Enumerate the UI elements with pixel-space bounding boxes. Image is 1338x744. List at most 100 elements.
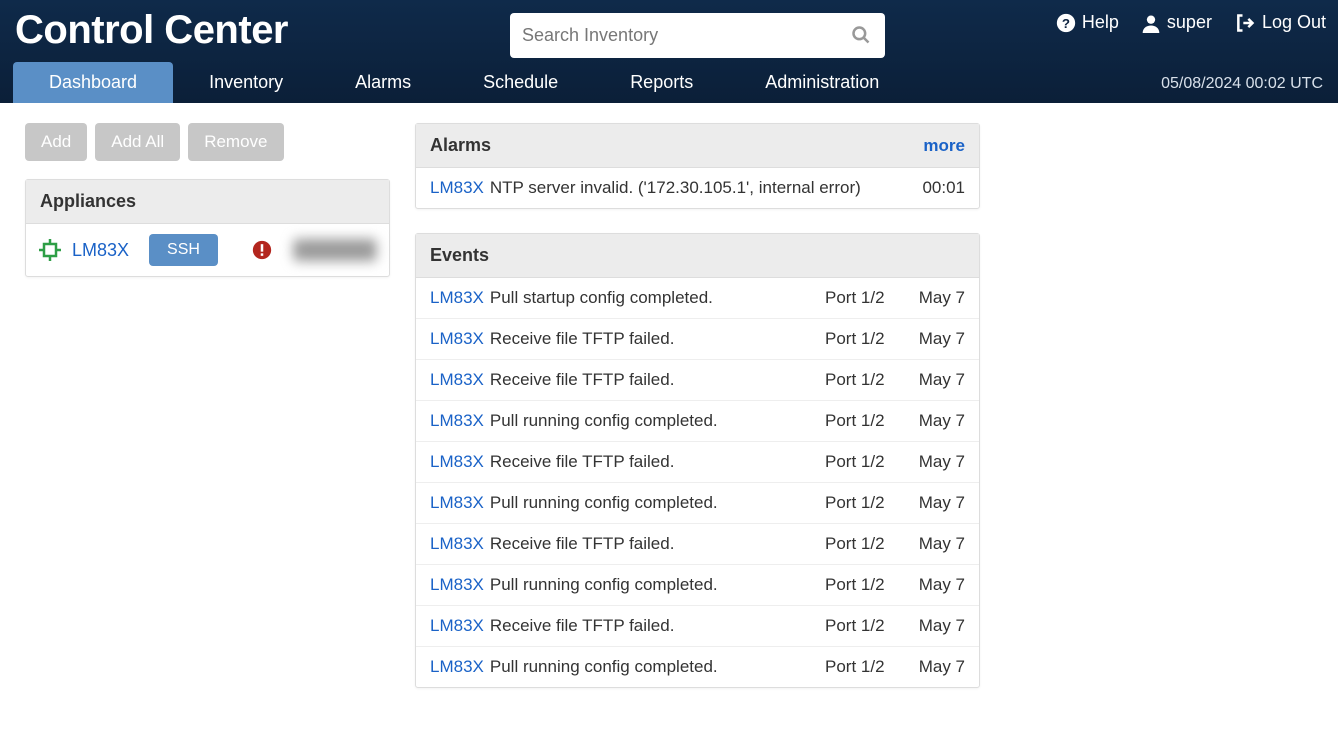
event-date: May 7: [905, 329, 965, 349]
alarms-panel: Alarms more LM83XNTP server invalid. ('1…: [415, 123, 980, 209]
remove-button[interactable]: Remove: [188, 123, 283, 161]
search-input[interactable]: [510, 13, 885, 58]
appliance-icon: [38, 238, 62, 262]
alarm-time: 00:01: [915, 178, 965, 198]
event-message: Pull running config completed.: [490, 493, 825, 513]
appliance-row: LM83X SSH: [26, 224, 389, 276]
appliance-name[interactable]: LM83X: [72, 240, 129, 261]
ssh-button[interactable]: SSH: [149, 234, 218, 266]
event-row: LM83X Pull startup config completed.Port …: [416, 278, 979, 319]
nav-reports[interactable]: Reports: [594, 62, 729, 103]
add-button[interactable]: Add: [25, 123, 87, 161]
search-wrap: [510, 13, 885, 58]
event-row: LM83XPull running config completed.Port …: [416, 647, 979, 687]
nav-dashboard[interactable]: Dashboard: [13, 62, 173, 103]
event-date: May 7: [905, 534, 965, 554]
event-row: LM83X Receive file TFTP failed.Port 1/2Ma…: [416, 442, 979, 483]
event-port: Port 1/2: [825, 288, 905, 308]
events-title: Events: [430, 245, 489, 266]
help-link[interactable]: ? Help: [1056, 12, 1119, 33]
nav-inventory[interactable]: Inventory: [173, 62, 319, 103]
event-date: May 7: [905, 370, 965, 390]
event-device-link[interactable]: LM83X: [430, 493, 484, 513]
event-message: Pull running config completed.: [490, 411, 825, 431]
event-port: Port 1/2: [825, 452, 905, 472]
datetime: 05/08/2024 00:02 UTC: [1161, 75, 1323, 93]
logout-icon: [1234, 13, 1256, 33]
event-device-link[interactable]: LM83X: [430, 411, 484, 431]
add-all-button[interactable]: Add All: [95, 123, 180, 161]
search-icon[interactable]: [851, 25, 871, 45]
alarms-body: LM83XNTP server invalid. ('172.30.105.1'…: [416, 168, 979, 208]
event-message: Receive file TFTP failed.: [490, 534, 825, 554]
event-message: Pull running config completed.: [490, 575, 825, 595]
event-port: Port 1/2: [825, 411, 905, 431]
content: Add Add All Remove Appliances LM83X SSH A…: [0, 103, 1338, 732]
event-message: Receive file TFTP failed.: [490, 616, 825, 636]
alarms-more-link[interactable]: more: [923, 136, 965, 156]
event-date: May 7: [905, 575, 965, 595]
left-column: Add Add All Remove Appliances LM83X SSH: [25, 123, 390, 277]
user-label: super: [1167, 12, 1212, 33]
appliances-panel: Appliances LM83X SSH: [25, 179, 390, 277]
event-row: LM83X Receive file TFTP failed.Port 1/2Ma…: [416, 360, 979, 401]
alarms-header: Alarms more: [416, 124, 979, 168]
event-row: LM83X Pull running config completed.Port …: [416, 483, 979, 524]
alarms-title: Alarms: [430, 135, 491, 156]
event-device-link[interactable]: LM83X: [430, 534, 484, 554]
alarm-device-link[interactable]: LM83X: [430, 178, 484, 198]
event-device-link[interactable]: LM83X: [430, 329, 484, 349]
event-port: Port 1/2: [825, 657, 905, 677]
user-link[interactable]: super: [1141, 12, 1212, 33]
events-panel: Events LM83X Pull startup config complete…: [415, 233, 980, 688]
event-date: May 7: [905, 288, 965, 308]
event-port: Port 1/2: [825, 575, 905, 595]
right-column: Alarms more LM83XNTP server invalid. ('1…: [415, 123, 980, 712]
event-device-link[interactable]: LM83X: [430, 288, 484, 308]
appliances-header: Appliances: [26, 180, 389, 224]
event-row: LM83X Receive file TFTP failed.Port 1/2Ma…: [416, 319, 979, 360]
events-header: Events: [416, 234, 979, 278]
event-date: May 7: [905, 411, 965, 431]
appliances-title: Appliances: [40, 191, 136, 212]
nav-alarms[interactable]: Alarms: [319, 62, 447, 103]
nav-administration[interactable]: Administration: [729, 62, 915, 103]
event-device-link[interactable]: LM83X: [430, 616, 484, 636]
svg-text:?: ?: [1062, 16, 1070, 31]
event-row: LM83X Receive file TFTP failed.Port 1/2Ma…: [416, 606, 979, 647]
events-body: LM83XPull startup config completed.Port …: [416, 278, 979, 687]
event-port: Port 1/2: [825, 370, 905, 390]
event-port: Port 1/2: [825, 493, 905, 513]
toolbar: Add Add All Remove: [25, 123, 390, 161]
logout-label: Log Out: [1262, 12, 1326, 33]
event-device-link[interactable]: LM83X: [430, 575, 484, 595]
event-message: Receive file TFTP failed.: [490, 452, 825, 472]
event-message: Receive file TFTP failed.: [490, 329, 825, 349]
event-port: Port 1/2: [825, 534, 905, 554]
event-port: Port 1/2: [825, 616, 905, 636]
logout-link[interactable]: Log Out: [1234, 12, 1326, 33]
alarm-row: LM83XNTP server invalid. ('172.30.105.1'…: [416, 168, 979, 208]
event-date: May 7: [905, 657, 965, 677]
event-date: May 7: [905, 616, 965, 636]
event-message: Pull startup config completed.: [490, 288, 825, 308]
event-date: May 7: [905, 452, 965, 472]
event-device-link[interactable]: LM83X: [430, 370, 484, 390]
help-label: Help: [1082, 12, 1119, 33]
alert-icon[interactable]: [252, 240, 272, 260]
brand-title: Control Center: [15, 8, 288, 53]
nav-schedule[interactable]: Schedule: [447, 62, 594, 103]
top-links: ? Help super Log Out: [1056, 12, 1326, 33]
event-device-link[interactable]: LM83X: [430, 452, 484, 472]
event-message: Receive file TFTP failed.: [490, 370, 825, 390]
event-port: Port 1/2: [825, 329, 905, 349]
event-row: LM83X Receive file TFTP failed.Port 1/2Ma…: [416, 524, 979, 565]
appliances-body: LM83X SSH: [26, 224, 389, 276]
user-icon: [1141, 13, 1161, 33]
main-nav: DashboardInventoryAlarmsScheduleReportsA…: [13, 62, 915, 103]
appliance-address-obscured: [294, 239, 377, 261]
event-row: LM83X Pull running config completed.Port …: [416, 565, 979, 606]
event-row: LM83X Pull running config completed.Port …: [416, 401, 979, 442]
event-device-link[interactable]: LM83X: [430, 657, 484, 677]
help-icon: ?: [1056, 13, 1076, 33]
